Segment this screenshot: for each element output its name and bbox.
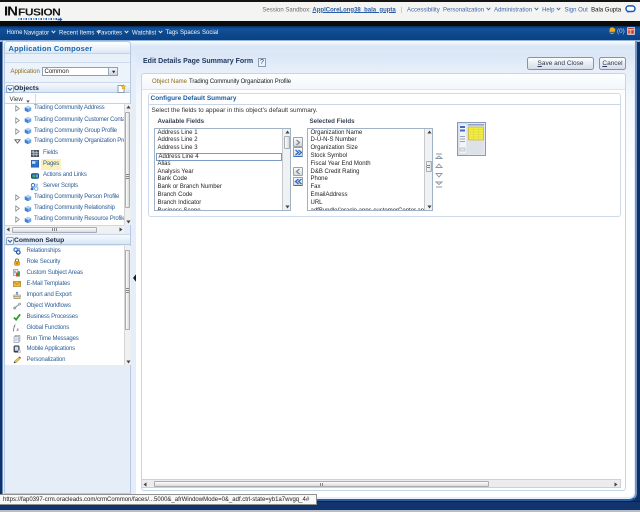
svg-text:f: f (13, 324, 16, 332)
svg-text:x: x (15, 327, 19, 332)
